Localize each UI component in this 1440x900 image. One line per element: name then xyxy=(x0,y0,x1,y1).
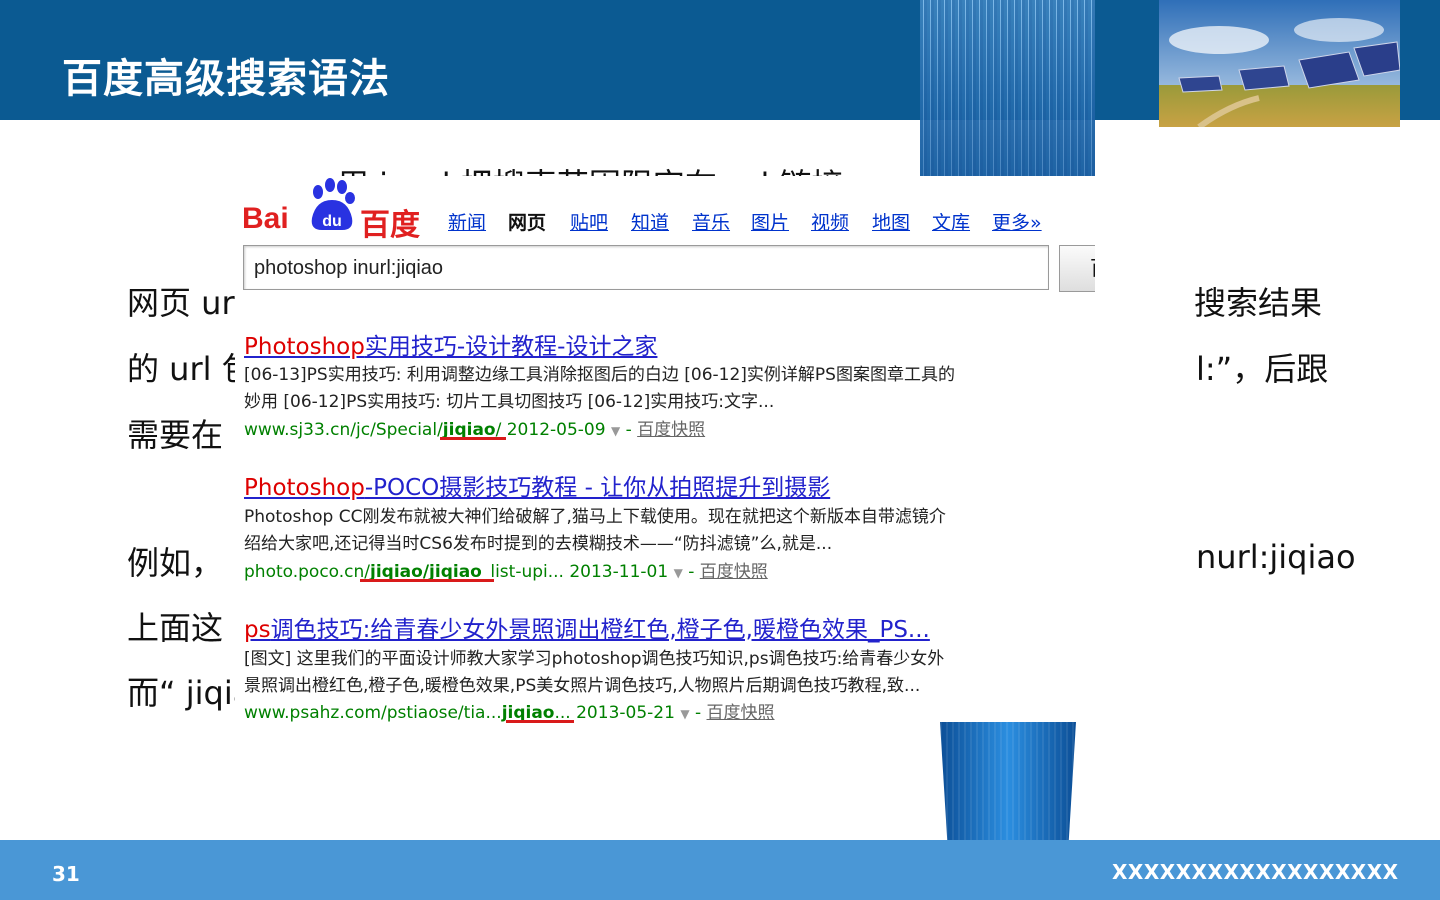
result-3-title[interactable]: ps调色技巧:给青春少女外景照调出橙红色,橙子色,暖橙色效果_PS... xyxy=(244,610,930,644)
dropdown-arrow-icon: ▼ xyxy=(610,424,621,438)
body-text-line-1: 网页 ur xyxy=(127,284,235,322)
result-3-snippet-2: 景照调出橙红色,橙子色,暖橙色效果,PS美女照片调色技巧,人物照片后期调色技巧教… xyxy=(244,676,921,696)
body-text-line-6: 而“ jiqia xyxy=(127,674,253,712)
underline-highlight-1 xyxy=(440,437,506,440)
result-3-snippet-1: [图文] 这里我们的平面设计师教大家学习photoshop调色技巧知识,ps调色… xyxy=(244,649,945,669)
nav-wenku[interactable]: 文库 xyxy=(932,208,970,235)
underline-highlight-3 xyxy=(506,720,574,723)
cut-heading-text: 用 inurl 把搜索范围限定在 url 链接 xyxy=(337,160,844,176)
body-text-line-1-end: 搜索结果 xyxy=(1194,284,1323,322)
body-text-line-3: 需要在 xyxy=(127,416,224,454)
nav-music[interactable]: 音乐 xyxy=(692,208,730,235)
nav-images[interactable]: 图片 xyxy=(751,208,789,235)
decorative-stripes-top xyxy=(920,0,1095,178)
baidu-logo: Bai du 百度 xyxy=(242,176,422,243)
nav-web[interactable]: 网页 xyxy=(508,208,546,235)
result-1-snippet-1: [06-13]PS实用技巧: 利用调整边缘工具消除抠图后的白边 [06-12]实… xyxy=(244,365,955,385)
result-1-snippet-2: 妙用 [06-12]PS实用技巧: 切片工具切图技巧 [06-12]实用技巧:文… xyxy=(244,392,775,412)
search-button[interactable]: 百度一下 xyxy=(1059,245,1095,292)
result-1-snapshot-link[interactable]: 百度快照 xyxy=(637,420,705,440)
result-2-title[interactable]: Photoshop-POCO摄影技巧教程 - 让你从拍照提升到摄影 xyxy=(244,468,830,502)
dropdown-arrow-icon: ▼ xyxy=(673,566,683,580)
nav-news[interactable]: 新闻 xyxy=(448,208,486,235)
result-2-snippet-1: Photoshop CC刚发布就被大神们给破解了,猫马上下载使用。现在就把这个新… xyxy=(244,507,946,527)
page-number: 31 xyxy=(52,862,80,886)
nav-more[interactable]: 更多» xyxy=(992,208,1042,235)
body-text-line-4: 例如， xyxy=(127,544,224,582)
nav-tieba[interactable]: 贴吧 xyxy=(570,208,608,235)
result-2-url: photo.poco.cn/jiqiao/jiqiao_list-upi... … xyxy=(244,562,768,582)
nav-zhidao[interactable]: 知道 xyxy=(631,208,669,235)
footer-text: XXXXXXXXXXXXXXXXXX xyxy=(1112,860,1399,884)
body-text-line-2-end: l:”，后跟 xyxy=(1196,350,1329,388)
baidu-paw-icon: du xyxy=(311,178,355,230)
slide-title: 百度高级搜索语法 xyxy=(62,56,390,102)
result-2-snapshot-link[interactable]: 百度快照 xyxy=(700,562,768,582)
body-text-line-4-end: nurl:jiqiao xyxy=(1196,538,1356,576)
solar-panel-photo xyxy=(1159,0,1400,127)
result-3-snapshot-link[interactable]: 百度快照 xyxy=(707,703,775,723)
result-2-snippet-2: 绍给大家吧,还记得当时CS6发布时提到的去模糊技术——“防抖滤镜”么,就是... xyxy=(244,534,833,554)
baidu-logo-cn: 百度 xyxy=(360,208,420,243)
body-text-line-5: 上面这 xyxy=(127,609,224,647)
baidu-logo-du: du xyxy=(322,213,342,230)
result-1-title[interactable]: Photoshop实用技巧-设计教程-设计之家 xyxy=(244,327,657,361)
nav-map[interactable]: 地图 xyxy=(872,208,910,235)
search-input[interactable]: photoshop inurl:jiqiao xyxy=(243,245,1049,290)
underline-highlight-2 xyxy=(360,579,494,582)
baidu-logo-bai: Bai xyxy=(242,202,289,235)
dropdown-arrow-icon: ▼ xyxy=(680,707,690,721)
baidu-screenshot: Bai du 百度 新闻 网页 贴吧 知道 音乐 图片 视频 地图 文库 更多»… xyxy=(235,176,1095,723)
nav-video[interactable]: 视频 xyxy=(811,208,849,235)
